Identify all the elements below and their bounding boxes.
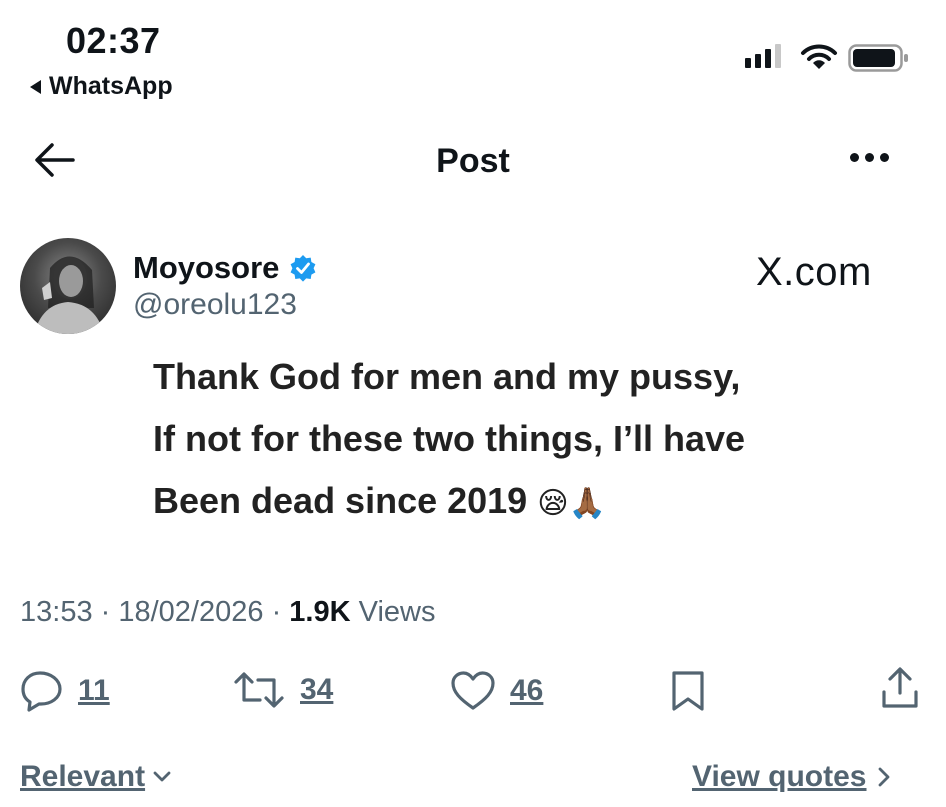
back-to-app-link[interactable]: WhatsApp [30,72,173,101]
share-icon[interactable] [880,666,920,710]
repost-count[interactable]: 34 [300,673,333,707]
status-time: 02:37 [66,20,161,61]
wifi-icon [801,44,837,69]
reply-icon [21,671,62,712]
verified-badge-icon [291,255,316,282]
avatar-portrait-icon [34,256,104,334]
post-text: Thank God for men and my pussy, If not f… [153,346,745,535]
views-count: 1.9K [289,596,351,628]
back-app-label: WhatsApp [49,72,173,100]
bookmark-icon[interactable] [668,670,708,712]
post-emoji: 😪🙏🏾 [537,486,606,521]
post-line-3: Been dead since 2019 😪🙏🏾 [153,470,745,535]
repost-button[interactable]: 34 [232,670,333,710]
post-meta: 13:53 · 18/02/2026 · 1.9K Views [20,596,436,628]
like-button[interactable]: 46 [450,670,543,712]
heart-icon [451,671,495,710]
reply-button[interactable]: 11 [20,670,110,712]
battery-icon [848,44,908,72]
page-title: Post [436,142,510,180]
view-quotes-label[interactable]: View quotes [692,760,867,794]
author-name[interactable]: Moyosore [133,250,279,286]
x-com-watermark: X.com [756,250,872,294]
views-label: Views [358,596,436,628]
post-time: 13:53 [20,596,93,628]
view-quotes-link[interactable]: View quotes [692,760,891,794]
post-line-1: Thank God for men and my pussy, [153,356,741,397]
post-line-2: If not for these two things, I’ll have [153,418,746,459]
sort-dropdown[interactable]: Relevant [20,760,171,794]
more-options-icon[interactable] [850,153,889,162]
like-count[interactable]: 46 [510,674,543,708]
back-triangle-icon [30,79,41,94]
chevron-right-icon [878,767,889,787]
avatar[interactable] [20,238,116,334]
sort-label[interactable]: Relevant [20,760,145,794]
author-handle[interactable]: @oreolu123 [133,288,297,322]
cellular-signal-icon [745,44,781,68]
chevron-down-icon [153,771,171,782]
repost-icon [234,672,284,708]
post-date: 18/02/2026 [118,596,264,628]
reply-count[interactable]: 11 [78,674,110,708]
author-name-row[interactable]: Moyosore [133,250,317,286]
post-line-3-text: Been dead since 2019 [153,480,538,521]
